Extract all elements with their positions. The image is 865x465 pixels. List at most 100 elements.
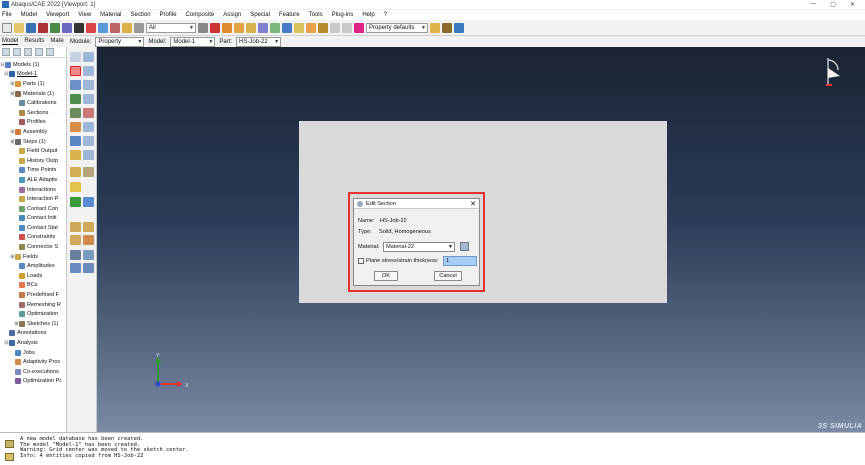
menu-model[interactable]: Model: [21, 12, 37, 18]
select-box-icon[interactable]: [198, 22, 208, 33]
tree-node[interactable]: Amplitudes: [0, 261, 66, 271]
selection-filter-select[interactable]: All ▼: [146, 22, 196, 33]
viewport-icon[interactable]: [454, 22, 464, 33]
tree-node[interactable]: BCs: [0, 281, 66, 291]
menu-assign[interactable]: Assign: [223, 12, 241, 18]
ok-button[interactable]: OK: [374, 271, 398, 281]
tree-help-icon[interactable]: [46, 48, 54, 56]
cancel-button[interactable]: Cancel: [434, 271, 462, 281]
menu-view[interactable]: View: [78, 12, 91, 18]
minimize-button[interactable]: —: [810, 1, 816, 8]
tree-node[interactable]: Adaptivity Proc: [0, 357, 66, 367]
view-compass[interactable]: [815, 52, 845, 90]
assign-orientation-icon[interactable]: [70, 122, 81, 132]
tree-node[interactable]: Connector S: [0, 242, 66, 252]
tree-node[interactable]: Time Points: [0, 166, 66, 176]
tree-node[interactable]: Contact Initi: [0, 214, 66, 224]
menu-[interactable]: ?: [384, 12, 387, 18]
tree-node[interactable]: Jobs: [0, 348, 66, 358]
maximize-button[interactable]: ▢: [830, 1, 836, 8]
tree-node[interactable]: Sections: [0, 108, 66, 118]
tree-node[interactable]: ⊞ Fields: [0, 252, 66, 262]
view-back-icon[interactable]: [234, 22, 244, 33]
menu-section[interactable]: Section: [131, 12, 151, 18]
view-top-icon[interactable]: [246, 22, 256, 33]
tree-node[interactable]: Annotations: [0, 329, 66, 339]
tree-node[interactable]: Profiles: [0, 118, 66, 128]
create-surface-icon[interactable]: [70, 235, 81, 245]
tree-node[interactable]: ⊞ Steps (1): [0, 137, 66, 147]
create-material-icon[interactable]: [70, 52, 81, 62]
info-icon[interactable]: [282, 22, 292, 33]
model-select[interactable]: Model-1 ▼: [170, 36, 216, 47]
close-window-button[interactable]: ✕: [850, 1, 855, 8]
message-tab-icon[interactable]: [5, 440, 14, 448]
create-stringer-icon[interactable]: [70, 182, 81, 192]
create-set-icon[interactable]: [70, 222, 81, 232]
shaded-icon[interactable]: [306, 22, 316, 33]
tree-node[interactable]: Constraints: [0, 233, 66, 243]
tree-node[interactable]: Interactions: [0, 185, 66, 195]
plane-thickness-checkbox[interactable]: [358, 258, 364, 264]
thickness-input[interactable]: 1: [443, 256, 477, 266]
tree-node[interactable]: History Outp: [0, 156, 66, 166]
assign-normal-icon[interactable]: [70, 136, 81, 146]
menu-tools[interactable]: Tools: [309, 12, 323, 18]
menu-material[interactable]: Material: [100, 12, 121, 18]
tree-node[interactable]: ⊞ Parts (1): [0, 79, 66, 89]
normal-manager-icon[interactable]: [83, 136, 94, 146]
datum-axis-icon[interactable]: [83, 197, 94, 207]
close-icon[interactable]: ✕: [470, 200, 476, 208]
menu-composite[interactable]: Composite: [186, 12, 215, 18]
tab-results[interactable]: Results: [24, 38, 44, 45]
create-section-icon[interactable]: [70, 66, 81, 76]
tab-material[interactable]: Mate: [50, 38, 63, 45]
tree-node[interactable]: Optimization: [0, 309, 66, 319]
tree-node[interactable]: ⊞ Sketches (1): [0, 319, 66, 329]
orientation-manager-icon[interactable]: [83, 122, 94, 132]
skin-manager-icon[interactable]: [83, 167, 94, 177]
module-select[interactable]: Property ▼: [95, 36, 145, 47]
python-tab-icon[interactable]: [5, 453, 14, 461]
menu-feature[interactable]: Feature: [279, 12, 300, 18]
set-manager-icon[interactable]: [83, 222, 94, 232]
open-folder-icon[interactable]: [14, 22, 24, 33]
composite-manager-icon[interactable]: [83, 108, 94, 118]
menu-plug-ins[interactable]: Plug-ins: [332, 12, 354, 18]
menu-viewport[interactable]: Viewport: [46, 12, 69, 18]
tree-refresh-icon[interactable]: [35, 48, 43, 56]
layers-icon[interactable]: [442, 22, 452, 33]
tree-filter-icon[interactable]: [2, 48, 10, 56]
select-region-icon[interactable]: [210, 22, 220, 33]
view-front-icon[interactable]: [222, 22, 232, 33]
tree-node[interactable]: Field Output: [0, 146, 66, 156]
new-file-icon[interactable]: [2, 22, 12, 33]
tree-node[interactable]: ⊟ Model-1: [0, 70, 66, 80]
translate-icon[interactable]: [70, 263, 81, 273]
tree-collapse-icon[interactable]: [24, 48, 32, 56]
view-right-icon[interactable]: [270, 22, 280, 33]
magnify-icon[interactable]: [74, 22, 84, 33]
render-style-select[interactable]: Property defaults ▼: [366, 22, 428, 33]
tree-expand-icon[interactable]: [13, 48, 21, 56]
save-icon[interactable]: [26, 22, 36, 33]
material-select[interactable]: Material-22 ▼: [383, 242, 455, 252]
special-tools-icon[interactable]: [70, 250, 81, 260]
tree-node[interactable]: Optimization Pr: [0, 377, 66, 387]
menu-profile[interactable]: Profile: [160, 12, 177, 18]
cycle-views-icon[interactable]: [110, 22, 120, 33]
zoom-box-icon[interactable]: [86, 22, 96, 33]
view-iso-icon[interactable]: [258, 22, 268, 33]
tree-node[interactable]: ⊟ Models (1): [0, 60, 66, 70]
surface-manager-icon[interactable]: [83, 235, 94, 245]
color-code-icon[interactable]: [430, 22, 440, 33]
pan-icon[interactable]: [50, 22, 60, 33]
tree-node[interactable]: Predefined F: [0, 290, 66, 300]
redo-icon[interactable]: [342, 22, 352, 33]
tree-node[interactable]: Co-executions: [0, 367, 66, 377]
assignment-manager-icon[interactable]: [83, 94, 94, 104]
rotate-instance-icon[interactable]: [83, 263, 94, 273]
beam-manager-icon[interactable]: [83, 150, 94, 160]
create-datum-icon[interactable]: [70, 197, 81, 207]
create-composite-icon[interactable]: [70, 108, 81, 118]
